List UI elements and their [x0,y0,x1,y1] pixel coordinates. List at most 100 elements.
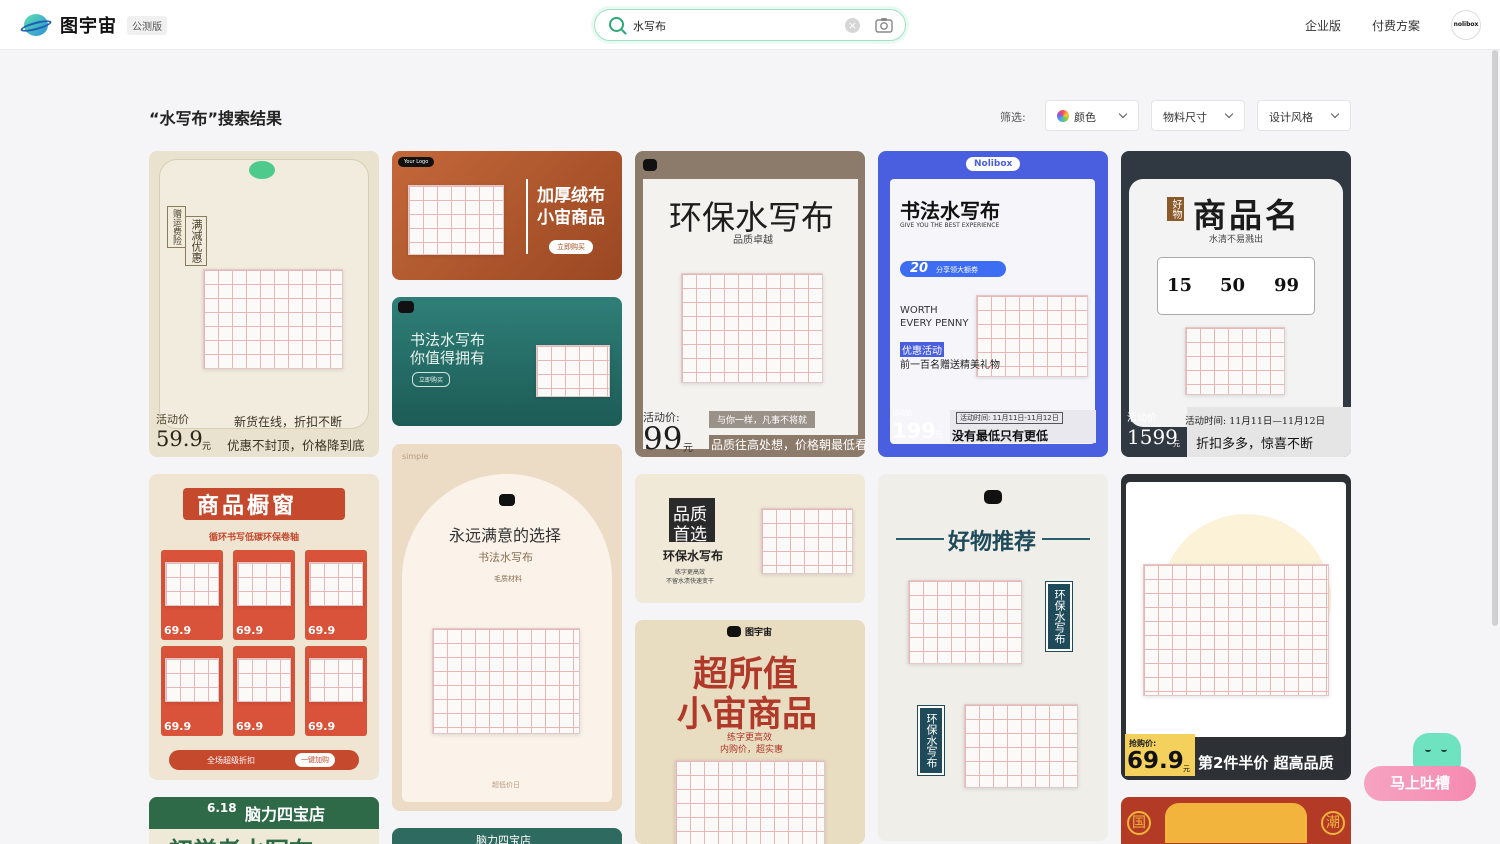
coupon-text: 分享领大额券 [936,266,978,274]
badge-right: 潮 [1321,811,1345,835]
event-date: 活动时间: 11月11日—11月12日 [1185,416,1326,427]
banner [1165,803,1307,843]
template-card[interactable]: 脑力四宝店 [392,828,622,844]
store-name: 脑力四宝店 [476,834,531,844]
search-icon[interactable] [609,17,624,32]
grid-sheet-image [309,562,363,606]
price-unit: 元 [1173,440,1180,448]
nav-pricing-link[interactable]: 付费方案 [1372,17,1420,34]
card-subtitle: 品质卓越 [733,235,773,246]
tile-price: 69.9 [308,720,336,733]
chevron-down-icon [1224,109,1234,119]
grid-sheet-image [203,269,343,369]
filter-label: 筛选: [1000,111,1026,124]
card-title: 书法水写布 [900,199,1000,223]
logo[interactable]: 图宇宙 公测版 [19,12,167,38]
tile-price: 69.9 [164,624,192,637]
size-filter-label: 物料尺寸 [1163,111,1207,124]
material-text: 毛质材料 [494,575,522,583]
card-subtitle: GIVE YOU THE BEST EXPERIENCE [900,222,1000,229]
line-text: 不留水渍快速变干 [666,578,715,585]
footer-text: 品质往高处想，价格朝最低看 [709,435,865,454]
worth-text: WORTH [900,305,938,316]
card-subtitle: 循环书写低碳环保卷轴 [209,533,300,543]
feedback-button[interactable]: 马上吐槽 [1364,766,1476,801]
avatar[interactable]: nolibox [1451,10,1481,40]
style-filter[interactable]: 设计风格 [1257,100,1351,131]
scrollbar[interactable] [1492,50,1498,626]
tile-price: 69.9 [236,624,264,637]
brand-tag: Nolibox [966,157,1021,171]
coupon-value: 20 [910,261,929,276]
card-subtitle: 书法水写布 [478,551,533,564]
color-filter-label: 颜色 [1074,111,1096,124]
price: 69.9 [1127,748,1184,774]
badge: 好物 [1167,197,1184,221]
event-date: 活动时间: 11月11日-11月12日 [956,412,1063,424]
template-card[interactable]: 好物推荐 环保水写布 环保水写布 [878,474,1108,841]
color-filter[interactable]: 颜色 [1045,100,1139,131]
planet-icon [499,494,515,506]
template-card[interactable]: 商品橱窗 循环书写低碳环保卷轴 69.9 69.9 69.9 69.9 69.9… [149,474,379,780]
line-text: 练字更高效 [675,569,706,576]
coupon-value: 50 [1220,275,1246,296]
chevron-down-icon [1330,109,1340,119]
planet-logo-icon [19,13,53,37]
grid-sheet-image [908,580,1022,664]
grid-sheet-image [1185,327,1285,395]
template-card[interactable]: 品质 首选 环保水写布 练字更高效 不留水渍快速变干 [635,474,865,603]
promo-line: 优惠不封顶，价格降到底 [227,438,365,453]
add-to-cart-button: 一键加购 [295,753,335,767]
template-card[interactable]: 6.18 脑力四宝店 初学者水写布 [149,797,379,844]
search-input[interactable] [633,17,833,35]
divider [1042,538,1090,540]
planet-icon [249,161,275,179]
template-card[interactable]: 书法水写布 你值得拥有 立即购买 [392,297,622,426]
template-card[interactable]: simple 永远满意的选择 书法水写布 毛质材料 超低价日 [392,444,622,811]
template-card[interactable]: 图宇宙 超所值 小宙商品 练字更高效 内购价，超实惠 [635,620,865,844]
grid-sheet-image [432,628,580,734]
slogan: 折扣多多，惊喜不断 [1196,437,1314,452]
line-text: 内购价，超实惠 [720,745,784,755]
coupon-value: 15 [1167,275,1193,296]
clear-icon[interactable]: × [845,18,860,33]
tagline: 与你一样，凡事不将就 [709,411,816,428]
template-card[interactable]: 满减优惠 赠运费险 活动价 59.9 元 新货在线，折扣不断 优惠不封顶，价格降… [149,151,379,457]
promo-tag: 优惠活动 [900,342,944,357]
price-unit: 元 [683,443,693,454]
template-card[interactable]: 环保水写布 品质卓越 活动价: 99 元 与你一样，凡事不将就 品质往高处想，价… [635,151,865,457]
brand-text: 图宇宙 [745,628,773,638]
grid-sheet-image [536,345,610,397]
footer-text: 全场超级折扣 [207,756,255,765]
card-subtitle: 水清不易溅出 [1209,235,1264,245]
event-date: 6.18 [207,801,237,815]
template-card[interactable]: Nolibox 书法水写布 GIVE YOU THE BEST EXPERIEN… [878,151,1108,457]
grid-sheet-image [675,760,825,844]
grid-sheet-image [1143,564,1329,696]
nav-enterprise-link[interactable]: 企业版 [1305,17,1341,34]
size-filter[interactable]: 物料尺寸 [1151,100,1245,131]
divider [526,179,528,254]
card-title: 永远满意的选择 [449,526,562,545]
price: 1599 [1127,425,1178,449]
brand-logo: Your Logo [398,157,435,167]
color-wheel-icon [1057,110,1069,122]
template-card[interactable]: 好物 商品名 水清不易溅出 15 50 99 活动价 1599 元 活动时间: … [1121,151,1351,457]
grid-sheet-image [408,185,504,255]
tile-price: 69.9 [236,720,264,733]
card-title: 你值得拥有 [410,349,486,367]
chevron-down-icon [1118,109,1128,119]
template-card[interactable]: 抢购价: 69.9 元 第2件半价 超高品质 [1121,474,1351,780]
template-card[interactable]: 国 潮 [1121,797,1351,844]
buy-button: 立即购买 [412,372,451,387]
price-label: 活动价 [1127,413,1157,424]
search-bar[interactable]: × [594,9,906,41]
camera-icon[interactable] [875,17,893,33]
mascot-icon[interactable] [1413,733,1461,769]
grid-sheet-image [964,704,1078,788]
card-title: 小宙商品 [537,208,605,228]
results-title: “水写布”搜索结果 [149,109,283,128]
planet-icon [984,490,1002,504]
template-card[interactable]: Your Logo 加厚绒布 小宙商品 立即购买 [392,151,622,280]
logo-text: 图宇宙 [60,16,117,37]
